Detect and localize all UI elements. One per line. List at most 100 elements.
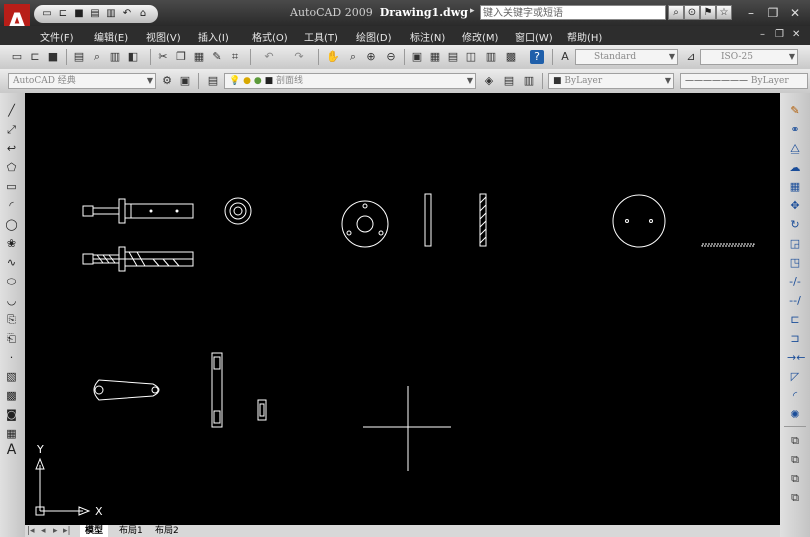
print-icon[interactable]: ▤	[88, 8, 102, 20]
chamfer-icon[interactable]: ◸	[787, 369, 803, 384]
send-to-back-icon[interactable]: ⧉	[787, 471, 803, 486]
menu-view[interactable]: 视图(V)	[146, 29, 181, 44]
undo-icon[interactable]: ↶	[120, 8, 134, 20]
layer-select[interactable]: 💡 ● ● ■ 剖面线 ▼	[224, 73, 476, 89]
tab-nav-last-icon[interactable]: ▸|	[63, 525, 71, 537]
doc-minimize-icon[interactable]: –	[760, 29, 765, 40]
markup-icon[interactable]: ▥	[484, 50, 498, 64]
doc-restore-icon[interactable]: ❐	[775, 29, 784, 40]
open-icon[interactable]: ⊏	[28, 50, 42, 64]
paste-icon[interactable]: ▦	[192, 50, 206, 64]
zoom-window-icon[interactable]: ⊕	[364, 50, 378, 64]
layer-manager-icon[interactable]: ▤	[206, 74, 220, 88]
dim-style-icon[interactable]: ⊿	[684, 50, 698, 64]
flange-front-view[interactable]	[341, 193, 487, 248]
block-editor-icon[interactable]: ⌗	[228, 50, 242, 64]
menu-file[interactable]: 文件(F)	[40, 29, 74, 44]
text-style-select[interactable]: Standard ▼	[575, 49, 678, 65]
join-icon[interactable]: →←	[787, 350, 805, 365]
region-icon[interactable]: ◙	[4, 407, 19, 422]
tool-palettes-icon[interactable]: ▤	[446, 50, 460, 64]
dim-style-select[interactable]: ISO-25 ▼	[700, 49, 798, 65]
table-icon[interactable]: ▦	[4, 426, 19, 441]
circle-icon[interactable]: ◯	[4, 217, 19, 232]
hatch-icon[interactable]: ▧	[4, 369, 19, 384]
undo-icon[interactable]: ↶	[262, 50, 276, 64]
menu-format[interactable]: 格式(O)	[252, 29, 288, 44]
minimize-window-icon[interactable]: –	[742, 5, 760, 21]
menu-window[interactable]: 窗口(W)	[515, 29, 553, 44]
3d-dwf-icon[interactable]: ◧	[126, 50, 140, 64]
ellipse-icon[interactable]: ⬭	[4, 274, 19, 289]
properties-icon[interactable]: ▣	[410, 50, 424, 64]
restore-window-icon[interactable]: ❐	[764, 5, 782, 21]
zoom-previous-icon[interactable]: ⊖	[384, 50, 398, 64]
qnew-icon[interactable]: ▭	[10, 50, 24, 64]
sheet-set-icon[interactable]: ◫	[464, 50, 478, 64]
layer-previous-icon[interactable]: ▤	[502, 74, 516, 88]
quickcalc-icon[interactable]: ▩	[504, 50, 518, 64]
tab-layout1[interactable]: 布局1	[115, 525, 147, 537]
array-icon[interactable]: ▦	[787, 179, 803, 194]
menu-modify[interactable]: 修改(M)	[462, 29, 498, 44]
search-icon[interactable]: ⌕	[668, 5, 684, 20]
break-at-point-icon[interactable]: ⊏	[787, 312, 803, 327]
erase-icon[interactable]: ✎	[787, 103, 803, 118]
redo-icon[interactable]: ⌂	[136, 8, 150, 20]
menu-tools[interactable]: 工具(T)	[304, 29, 338, 44]
rectangle-icon[interactable]: ▭	[4, 179, 19, 194]
bring-to-front-icon[interactable]: ⧉	[787, 452, 803, 467]
stretch-icon[interactable]: ◳	[787, 255, 803, 270]
construction-line-icon[interactable]: ⤢	[4, 122, 19, 137]
disk-front-view[interactable]	[612, 194, 755, 248]
publish-icon[interactable]: ▥	[108, 50, 122, 64]
new-file-icon[interactable]: ▭	[40, 8, 54, 20]
scale-icon[interactable]: ◲	[787, 236, 803, 251]
fillet-icon[interactable]: ◜	[787, 388, 803, 403]
break-icon[interactable]: ⊐	[787, 331, 803, 346]
ellipse-arc-icon[interactable]: ◡	[4, 293, 19, 308]
model-space-svg[interactable]: Y X	[25, 93, 780, 525]
open-folder-icon[interactable]: ⊏	[56, 8, 70, 20]
save-icon[interactable]: ■	[46, 50, 60, 64]
offset-icon[interactable]: ☁	[787, 160, 803, 175]
menu-insert[interactable]: 插入(I)	[198, 29, 229, 44]
copy-icon[interactable]: ❐	[174, 50, 188, 64]
match-properties-icon[interactable]: ✎	[210, 50, 224, 64]
save-icon[interactable]: ■	[72, 8, 86, 20]
multiline-text-icon[interactable]: A	[4, 443, 19, 458]
extend-icon[interactable]: --/	[787, 293, 803, 308]
favorites-icon[interactable]: ☆	[716, 5, 732, 20]
tab-model[interactable]: 模型	[80, 525, 109, 537]
menu-help[interactable]: 帮助(H)	[567, 29, 602, 44]
close-window-icon[interactable]: ✕	[786, 5, 804, 21]
shaft-section-view[interactable]	[82, 246, 194, 272]
gradient-icon[interactable]: ▩	[4, 388, 19, 403]
menu-dimension[interactable]: 标注(N)	[410, 29, 445, 44]
tab-nav-next-icon[interactable]: ▸	[53, 525, 58, 537]
workspace-settings-icon[interactable]: ⚙	[160, 74, 174, 88]
explode-icon[interactable]: ✺	[787, 407, 803, 422]
color-select[interactable]: ■ ByLayer ▼	[548, 73, 674, 89]
linetype-select[interactable]: ——————— ByLayer	[680, 73, 808, 89]
communication-center-icon[interactable]: ⚑	[700, 5, 716, 20]
link-side-view[interactable]	[211, 352, 267, 428]
washer-top-view[interactable]	[224, 197, 252, 225]
drawing-area[interactable]: Y X	[25, 93, 780, 525]
make-block-icon[interactable]: ⎗	[4, 331, 19, 346]
arc-icon[interactable]: ◜	[4, 198, 19, 213]
spline-icon[interactable]: ∿	[4, 255, 19, 270]
trim-icon[interactable]: -/-	[787, 274, 803, 289]
subscription-center-icon[interactable]: ⊙	[684, 5, 700, 20]
lever-top-view[interactable]	[93, 379, 160, 401]
draw-order-icon[interactable]: ⧉	[787, 433, 803, 448]
menu-draw[interactable]: 绘图(D)	[356, 29, 392, 44]
plot-icon[interactable]: ▤	[72, 50, 86, 64]
text-style-icon[interactable]: A	[558, 50, 572, 64]
revision-cloud-icon[interactable]: ❀	[4, 236, 19, 251]
menu-edit[interactable]: 编辑(E)	[94, 29, 128, 44]
insert-block-icon[interactable]: ⎘	[4, 312, 19, 327]
line-icon[interactable]: ╱	[4, 103, 19, 118]
design-center-icon[interactable]: ▦	[428, 50, 442, 64]
tab-nav-first-icon[interactable]: |◂	[27, 525, 35, 537]
